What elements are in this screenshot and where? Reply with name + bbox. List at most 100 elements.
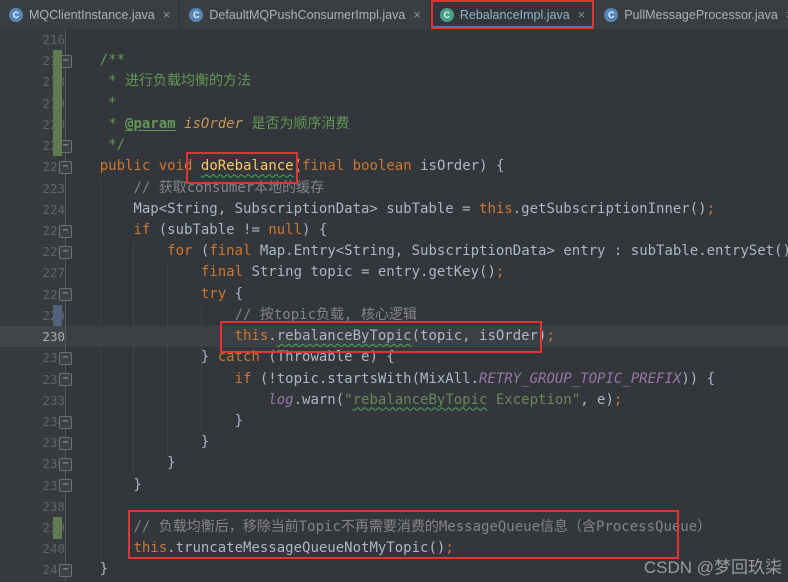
fold-start-icon[interactable]: − — [59, 55, 72, 68]
code-text[interactable]: for (final Map.Entry<String, Subscriptio… — [66, 241, 788, 262]
fold-end-icon[interactable]: − — [59, 437, 72, 450]
code-editor[interactable]: 216217 /**218 * 进行负载均衡的方法219 *220 * @par… — [0, 29, 788, 581]
code-text[interactable]: * — [66, 93, 117, 114]
line-number[interactable]: 230 — [23, 326, 65, 347]
code-text[interactable]: } catch (Throwable e) { — [66, 347, 395, 368]
line-number[interactable]: 240 — [23, 538, 65, 559]
fold-end-icon[interactable]: − — [59, 564, 72, 577]
java-class-icon: C — [9, 8, 23, 22]
line-number[interactable]: 233 — [23, 390, 65, 411]
gutter: 232 — [0, 369, 66, 390]
line-number[interactable]: 220 — [23, 114, 65, 135]
code-text[interactable]: // 获取consumer本地的缓存 — [66, 178, 324, 199]
tab-pullmessageprocessor[interactable]: C PullMessageProcessor.java × — [595, 0, 788, 29]
code-line-220[interactable]: 220 * @param isOrder 是否为顺序消费 — [0, 114, 788, 135]
code-line-231[interactable]: 231 } catch (Throwable e) { — [0, 347, 788, 368]
gutter: 226 — [0, 241, 66, 262]
gutter: 216 — [0, 29, 66, 50]
code-text[interactable]: public void doRebalance(final boolean is… — [66, 156, 504, 177]
tab-label: PullMessageProcessor.java — [624, 8, 778, 22]
code-text[interactable]: } — [66, 475, 142, 496]
code-text[interactable]: try { — [66, 284, 243, 305]
code-text[interactable]: if (subTable != null) { — [66, 220, 327, 241]
fold-end-icon[interactable]: − — [59, 140, 72, 153]
code-text[interactable]: // 按topic负载, 核心逻辑 — [66, 305, 417, 326]
line-number[interactable]: 227 — [23, 262, 65, 283]
code-text[interactable]: Map<String, SubscriptionData> subTable =… — [66, 199, 715, 220]
code-line-218[interactable]: 218 * 进行负载均衡的方法 — [0, 71, 788, 92]
code-line-225[interactable]: 225 if (subTable != null) { — [0, 220, 788, 241]
code-text[interactable]: this.truncateMessageQueueNotMyTopic(); — [66, 538, 454, 559]
code-line-235[interactable]: 235 } — [0, 432, 788, 453]
fold-end-icon[interactable]: − — [59, 479, 72, 492]
line-number[interactable]: 224 — [23, 199, 65, 220]
line-number[interactable]: 218 — [23, 71, 65, 92]
code-line-219[interactable]: 219 * — [0, 93, 788, 114]
code-line-217[interactable]: 217 /** — [0, 50, 788, 71]
tab-defaultmqpushconsumerimpl[interactable]: C DefaultMQPushConsumerImpl.java × — [180, 0, 431, 29]
gutter: 231 — [0, 347, 66, 368]
code-line-238[interactable]: 238 — [0, 496, 788, 517]
line-number[interactable]: 216 — [23, 29, 65, 50]
code-line-224[interactable]: 224 Map<String, SubscriptionData> subTab… — [0, 199, 788, 220]
code-line-221[interactable]: 221 */ — [0, 135, 788, 156]
code-text[interactable]: // 负载均衡后，移除当前Topic不再需要消费的MessageQueue信息（… — [66, 517, 711, 538]
close-icon[interactable]: × — [578, 8, 586, 21]
code-text[interactable]: } — [66, 411, 243, 432]
fold-end-icon[interactable]: − — [59, 416, 72, 429]
gutter: 235 — [0, 432, 66, 453]
gutter: 227 — [0, 262, 66, 283]
fold-end-icon[interactable]: − — [59, 458, 72, 471]
code-text[interactable]: } — [66, 559, 108, 580]
line-number[interactable]: 219 — [23, 93, 65, 114]
code-line-239[interactable]: 239 // 负载均衡后，移除当前Topic不再需要消费的MessageQueu… — [0, 517, 788, 538]
gutter: 218 — [0, 71, 66, 92]
code-line-223[interactable]: 223 // 获取consumer本地的缓存 — [0, 178, 788, 199]
code-line-232[interactable]: 232 if (!topic.startsWith(MixAll.RETRY_G… — [0, 369, 788, 390]
code-text[interactable]: if (!topic.startsWith(MixAll.RETRY_GROUP… — [66, 369, 715, 390]
watermark: CSDN @梦回玖柒 — [644, 553, 782, 578]
line-number[interactable]: 239 — [23, 517, 65, 538]
close-icon[interactable]: × — [163, 8, 171, 21]
code-line-234[interactable]: 234 } — [0, 411, 788, 432]
fold-start-icon[interactable]: − — [59, 246, 72, 259]
code-text[interactable]: * 进行负载均衡的方法 — [66, 71, 251, 92]
tab-rebalanceimpl[interactable]: C RebalanceImpl.java × — [431, 0, 595, 29]
gutter: 224 — [0, 199, 66, 220]
code-line-226[interactable]: 226 for (final Map.Entry<String, Subscri… — [0, 241, 788, 262]
fold-start-icon[interactable]: − — [59, 373, 72, 386]
code-line-216[interactable]: 216 — [0, 29, 788, 50]
fold-start-icon[interactable]: − — [59, 288, 72, 301]
code-line-228[interactable]: 228 try { — [0, 284, 788, 305]
fold-start-icon[interactable]: − — [59, 161, 72, 174]
line-number[interactable]: 229 — [23, 305, 65, 326]
code-line-222[interactable]: 222 public void doRebalance(final boolea… — [0, 156, 788, 177]
gutter: 240 — [0, 538, 66, 559]
code-text[interactable]: } — [66, 432, 209, 453]
close-icon[interactable]: × — [413, 8, 421, 21]
gutter: 241 — [0, 559, 66, 580]
fold-start-icon[interactable]: − — [59, 225, 72, 238]
java-class-icon: C — [604, 8, 618, 22]
code-line-233[interactable]: 233 log.warn("rebalanceByTopic Exception… — [0, 390, 788, 411]
code-line-237[interactable]: 237 } — [0, 475, 788, 496]
line-number[interactable]: 223 — [23, 178, 65, 199]
code-line-227[interactable]: 227 final String topic = entry.getKey(); — [0, 262, 788, 283]
gutter: 219 — [0, 93, 66, 114]
code-text[interactable]: final String topic = entry.getKey(); — [66, 262, 504, 283]
gutter: 237 — [0, 475, 66, 496]
code-line-236[interactable]: 236 } — [0, 453, 788, 474]
code-text[interactable]: * @param isOrder 是否为顺序消费 — [66, 114, 349, 135]
code-line-230[interactable]: 230 this.rebalanceByTopic(topic, isOrder… — [0, 326, 788, 347]
code-text[interactable]: this.rebalanceByTopic(topic, isOrder); — [66, 326, 555, 347]
tab-label: DefaultMQPushConsumerImpl.java — [209, 8, 405, 22]
code-text[interactable]: /** — [66, 50, 125, 71]
line-number[interactable]: 238 — [23, 496, 65, 517]
code-line-229[interactable]: 229 // 按topic负载, 核心逻辑 — [0, 305, 788, 326]
code-text[interactable]: log.warn("rebalanceByTopic Exception", e… — [66, 390, 622, 411]
code-text[interactable]: } — [66, 453, 176, 474]
gutter: 229 — [0, 305, 66, 326]
code-text[interactable]: */ — [66, 135, 125, 156]
fold-end-icon[interactable]: − — [59, 352, 72, 365]
tab-mqclientinstance[interactable]: C MQClientInstance.java × — [0, 0, 180, 29]
